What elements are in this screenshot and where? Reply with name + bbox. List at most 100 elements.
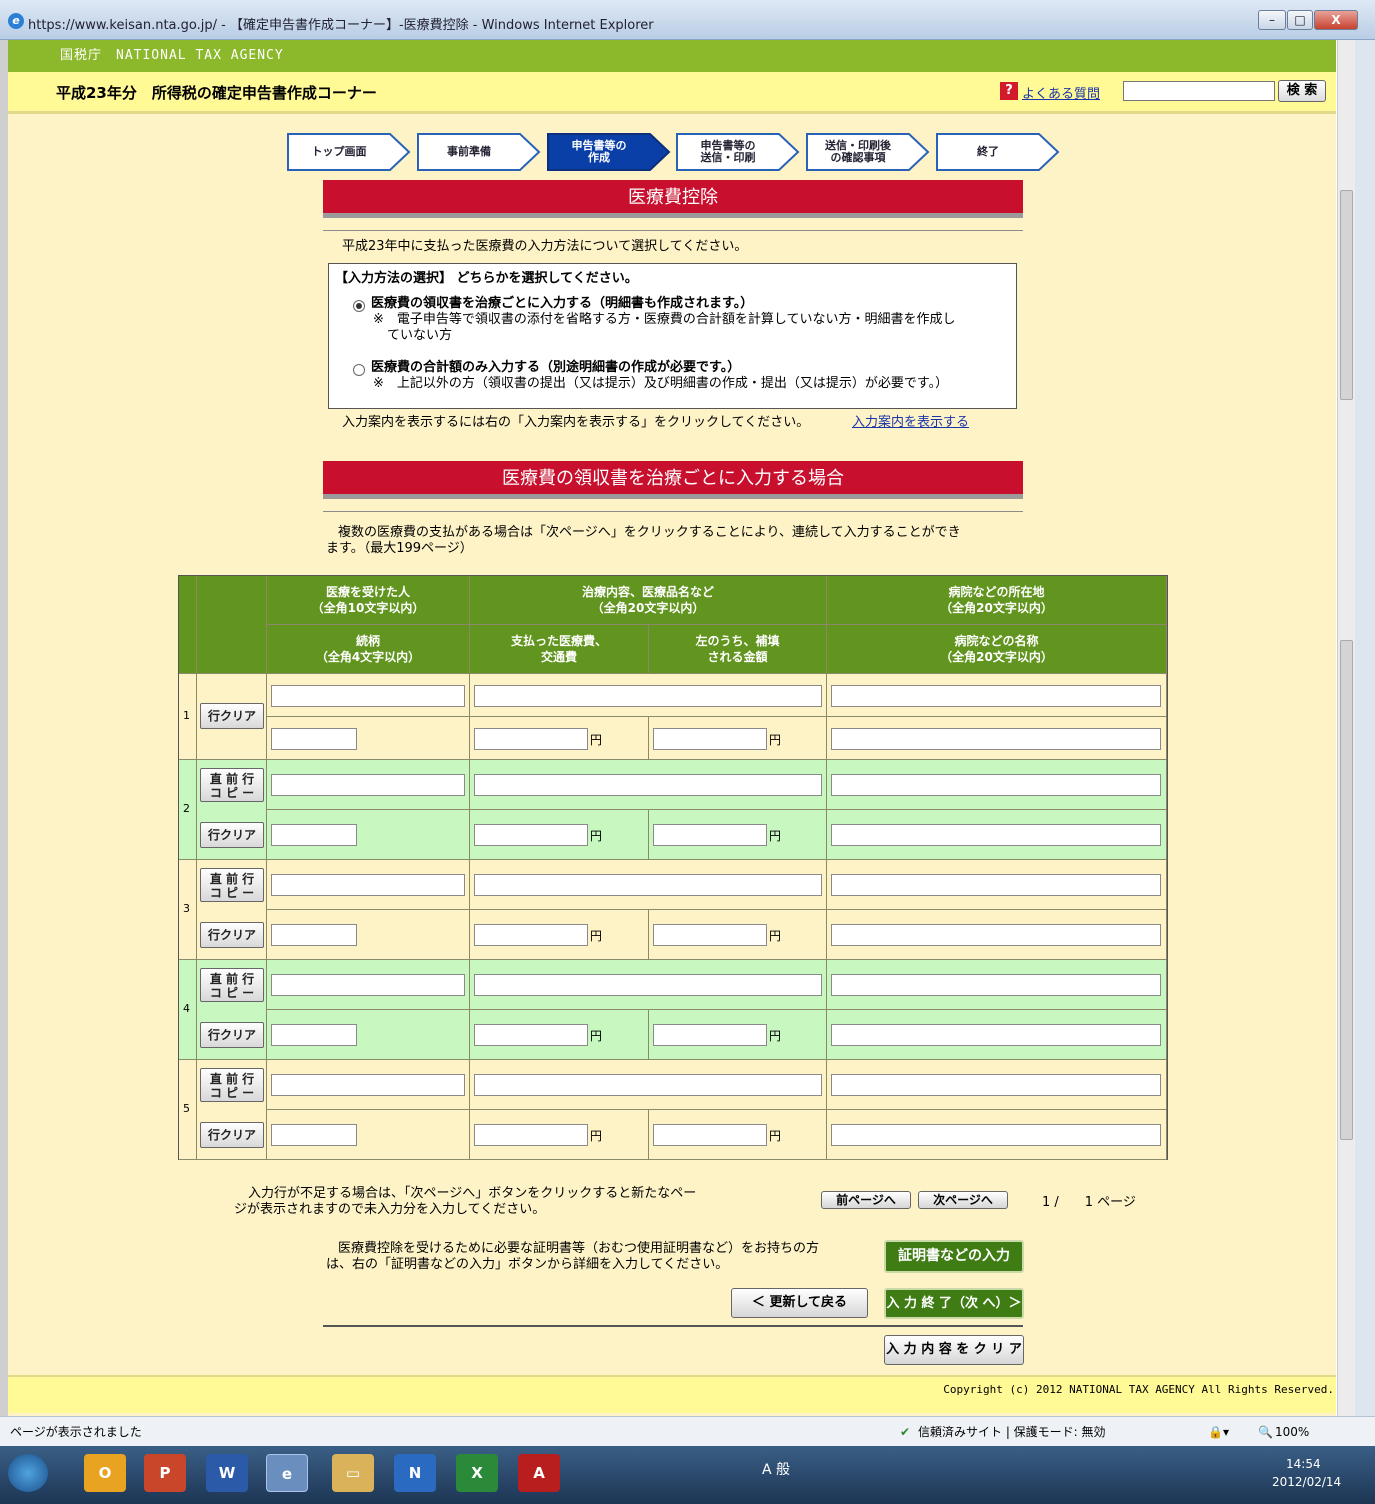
vertical-scrollbar[interactable] (1337, 40, 1355, 1416)
copy-previous-row-button[interactable]: 直 前 行 コ ピ ー (200, 768, 264, 802)
hospital-name-input[interactable] (831, 824, 1161, 846)
prev-page-button[interactable]: 前ページへ (821, 1191, 911, 1209)
maximize-button[interactable]: □ (1287, 10, 1313, 30)
clear-row-button[interactable]: 行クリア (200, 922, 264, 948)
agency-bar: 国税庁 NATIONAL TAX AGENCY (8, 40, 1336, 72)
minimize-button[interactable]: – (1258, 10, 1286, 30)
show-guide-link[interactable]: 入力案内を表示する (852, 415, 969, 431)
search-button[interactable]: 検 索 (1278, 80, 1326, 102)
clear-input-button[interactable]: 入 力 内 容 を ク リ ア (884, 1335, 1024, 1365)
header-patient: 医療を受けた人 （全角10文字以内） (267, 576, 470, 625)
hospital-name-input[interactable] (831, 1124, 1161, 1146)
row-number: 3 (183, 902, 190, 915)
location-input[interactable] (831, 1074, 1161, 1096)
amount-paid-input[interactable] (474, 824, 588, 846)
word-icon[interactable]: W (206, 1454, 248, 1492)
clear-row-button[interactable]: 行クリア (200, 822, 264, 848)
internet-explorer-taskbar-icon[interactable]: e (266, 1454, 308, 1492)
divider (323, 511, 1023, 512)
acrobat-icon[interactable]: A (518, 1454, 560, 1492)
relationship-input[interactable] (271, 1124, 357, 1146)
treatment-input[interactable] (474, 684, 822, 707)
yen-label: 円 (590, 829, 603, 843)
location-input[interactable] (831, 974, 1161, 996)
relationship-input[interactable] (271, 924, 357, 946)
treatment-input[interactable] (474, 1074, 822, 1096)
section-title-medical-deduction: 医療費控除 (323, 180, 1023, 218)
ime-indicator[interactable]: A 般 (762, 1462, 790, 1478)
location-input[interactable] (831, 874, 1161, 896)
copy-previous-row-button[interactable]: 直 前 行 コ ピ ー (200, 1068, 264, 1102)
treatment-input[interactable] (474, 874, 822, 896)
clear-row-button[interactable]: 行クリア (200, 703, 264, 729)
inner-scrollbar-thumb[interactable] (1340, 640, 1353, 1140)
patient-input[interactable] (271, 684, 465, 707)
clear-row-button[interactable]: 行クリア (200, 1022, 264, 1048)
radio-total-only[interactable] (353, 364, 365, 376)
amount-paid-input[interactable] (474, 924, 588, 946)
header-reimbursed: 左のうち、補填 される金額 (649, 625, 827, 674)
status-bar: ページが表示されました ✔ 信頼済みサイト | 保護モード: 無効 🔒▾ 🔍 1… (0, 1416, 1375, 1446)
multi-page-note: 複数の医療費の支払がある場合は「次ページへ」をクリックすることにより、連続して入… (338, 525, 961, 540)
treatment-input[interactable] (474, 974, 822, 996)
question-icon[interactable]: ? (1000, 82, 1018, 100)
nx-app-icon[interactable]: N (394, 1454, 436, 1492)
header-bar: 平成23年分 所得税の確定申告書作成コーナー ? よくある質問 検 索 (8, 72, 1336, 114)
next-page-button[interactable]: 次ページへ (918, 1191, 1008, 1209)
option-per-receipt-label: 医療費の領収書を治療ごとに入力する（明細書も作成されます。） (371, 296, 754, 311)
security-zone: 信頼済みサイト | 保護モード: 無効 (918, 1425, 1106, 1439)
divider (323, 1325, 1023, 1327)
zoom-level[interactable]: 100% (1275, 1424, 1309, 1440)
protected-mode-icon[interactable]: 🔒▾ (1208, 1424, 1229, 1440)
reimbursed-input[interactable] (653, 1124, 767, 1146)
page-content: 国税庁 NATIONAL TAX AGENCY 平成23年分 所得税の確定申告書… (8, 40, 1336, 1416)
yen-label: 円 (769, 929, 782, 943)
reimbursed-input[interactable] (653, 1024, 767, 1046)
reimbursed-input[interactable] (653, 924, 767, 946)
amount-paid-input[interactable] (474, 1124, 588, 1146)
start-button-icon[interactable] (8, 1454, 48, 1492)
option-per-receipt-note-cont: ていない方 (387, 328, 453, 343)
copy-previous-row-button[interactable]: 直 前 行 コ ピ ー (200, 868, 264, 902)
step-label: トップ画面 (311, 145, 367, 158)
copyright-bar: Copyright (c) 2012 NATIONAL TAX AGENCY A… (8, 1375, 1336, 1413)
scrollbar-thumb[interactable] (1340, 190, 1353, 400)
yen-label: 円 (769, 732, 782, 747)
patient-input[interactable] (271, 1074, 465, 1096)
amount-paid-input[interactable] (474, 727, 588, 750)
certificate-text: 医療費控除を受けるために必要な証明書等（おむつ使用証明書など）をお持ちの方 (338, 1241, 820, 1256)
clear-row-button[interactable]: 行クリア (200, 1122, 264, 1148)
reimbursed-input[interactable] (653, 824, 767, 846)
patient-input[interactable] (271, 974, 465, 996)
location-input[interactable] (831, 684, 1161, 707)
finish-input-button[interactable]: 入 力 終 了（次 へ）＞ (884, 1288, 1024, 1319)
option-per-receipt-note: ※ 電子申告等で領収書の添付を省略する方・医療費の合計額を計算していない方・明細… (373, 312, 956, 327)
outlook-icon[interactable]: O (84, 1454, 126, 1492)
certificate-input-button[interactable]: 証明書などの入力 (884, 1240, 1024, 1273)
yen-label: 円 (590, 929, 603, 943)
relationship-input[interactable] (271, 727, 357, 750)
radio-per-receipt[interactable] (353, 300, 365, 312)
powerpoint-icon[interactable]: P (144, 1454, 186, 1492)
reimbursed-input[interactable] (653, 727, 767, 750)
update-back-button[interactable]: ＜ 更新して戻る (731, 1288, 868, 1318)
hospital-name-input[interactable] (831, 924, 1161, 946)
excel-icon[interactable]: X (456, 1454, 498, 1492)
treatment-input[interactable] (474, 774, 822, 796)
relationship-input[interactable] (271, 824, 357, 846)
amount-paid-input[interactable] (474, 1024, 588, 1046)
folder-icon[interactable]: ▭ (332, 1454, 374, 1492)
relationship-input[interactable] (271, 1024, 357, 1046)
faq-link[interactable]: よくある質問 (1022, 83, 1100, 102)
page-title: 平成23年分 所得税の確定申告書作成コーナー (56, 84, 377, 102)
close-button[interactable]: X (1314, 10, 1358, 30)
hospital-name-input[interactable] (831, 1024, 1161, 1046)
step-label: 事前準備 (447, 145, 491, 158)
location-input[interactable] (831, 774, 1161, 796)
guide-text: 入力案内を表示するには右の「入力案内を表示する」をクリックしてください。 (342, 415, 810, 430)
copy-previous-row-button[interactable]: 直 前 行 コ ピ ー (200, 968, 264, 1002)
patient-input[interactable] (271, 874, 465, 896)
search-input[interactable] (1123, 81, 1275, 101)
patient-input[interactable] (271, 774, 465, 796)
hospital-name-input[interactable] (831, 727, 1161, 750)
